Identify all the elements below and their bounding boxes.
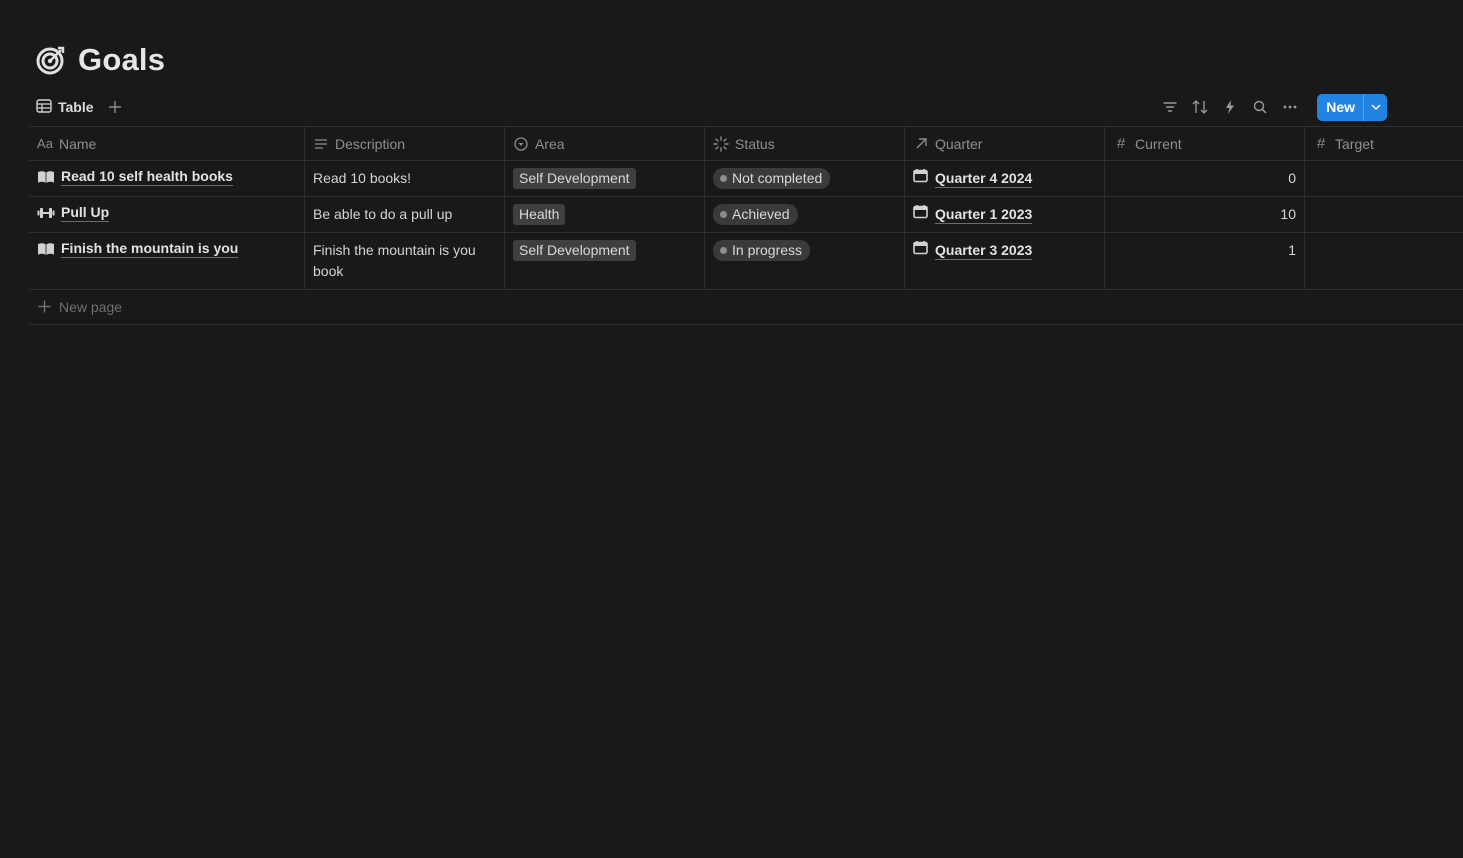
status-dot-icon [720, 211, 727, 218]
cell-quarter[interactable]: Quarter 1 2023 [905, 197, 1105, 232]
column-header-quarter[interactable]: Quarter [905, 127, 1105, 160]
calendar-icon [913, 168, 928, 189]
tab-table[interactable]: Table [36, 98, 94, 116]
column-label: Quarter [935, 135, 983, 152]
view-tools: New [1161, 93, 1387, 121]
tab-table-label: Table [58, 99, 94, 115]
status-badge: Not completed [713, 168, 831, 189]
calendar-icon [913, 204, 928, 225]
page-header: Goals [36, 42, 165, 78]
cell-area[interactable]: Self Development [505, 161, 705, 196]
cell-description[interactable]: Finish the mountain is you book [305, 233, 505, 289]
goals-table: Aa Name Description Area Status Quarter … [29, 126, 1463, 325]
row-title[interactable]: Finish the mountain is you [61, 240, 239, 258]
notion-page: Goals Table New Aa Name Description Area… [0, 0, 1463, 858]
more-options-icon[interactable] [1281, 98, 1299, 116]
cell-current[interactable]: 10 [1105, 197, 1305, 232]
calendar-icon [913, 240, 928, 261]
column-label: Name [59, 135, 97, 152]
table-row[interactable]: Pull Up Be able to do a pull up Health A… [29, 197, 1463, 233]
status-label: In progress [732, 242, 803, 258]
new-button-group: New [1317, 93, 1387, 121]
new-page-row[interactable]: New page [29, 290, 1463, 325]
quarter-link[interactable]: Quarter 4 2024 [935, 170, 1033, 188]
area-tag: Self Development [513, 168, 636, 189]
number-hash-icon: # [1116, 135, 1126, 152]
book-icon [37, 240, 55, 258]
filter-icon[interactable] [1161, 98, 1179, 116]
status-label: Achieved [732, 206, 790, 222]
current-value: 10 [1280, 206, 1296, 222]
table-header-row: Aa Name Description Area Status Quarter … [29, 127, 1463, 161]
cell-name[interactable]: Read 10 self health books [29, 161, 305, 196]
quarter-link[interactable]: Quarter 3 2023 [935, 242, 1033, 260]
area-tag: Health [513, 204, 566, 225]
area-tag: Self Development [513, 240, 636, 261]
cell-name[interactable]: Pull Up [29, 197, 305, 232]
select-icon [513, 136, 529, 152]
cell-description[interactable]: Read 10 books! [305, 161, 505, 196]
status-dot-icon [720, 175, 727, 182]
current-value: 1 [1288, 242, 1296, 258]
table-icon [36, 98, 52, 116]
book-icon [37, 168, 55, 186]
column-label: Area [535, 135, 565, 152]
status-label: Not completed [732, 170, 823, 186]
status-badge: In progress [713, 240, 811, 261]
new-dropdown-chevron-icon[interactable] [1363, 93, 1387, 121]
text-aa-icon: Aa [37, 136, 53, 151]
sort-icon[interactable] [1191, 98, 1209, 116]
lines-icon [313, 136, 329, 152]
page-title[interactable]: Goals [78, 42, 165, 78]
dumbbell-icon [37, 204, 55, 222]
cell-quarter[interactable]: Quarter 3 2023 [905, 233, 1105, 289]
cell-current[interactable]: 1 [1105, 233, 1305, 289]
current-value: 0 [1288, 170, 1296, 186]
column-label: Current [1135, 135, 1182, 152]
target-icon[interactable] [36, 44, 66, 76]
row-title[interactable]: Read 10 self health books [61, 168, 233, 186]
table-row[interactable]: Finish the mountain is you Finish the mo… [29, 233, 1463, 290]
status-dot-icon [720, 247, 727, 254]
column-header-name[interactable]: Aa Name [29, 127, 305, 160]
cell-area[interactable]: Health [505, 197, 705, 232]
view-tabs: Table [36, 98, 122, 116]
column-label: Target [1335, 135, 1374, 152]
view-toolbar: Table New [36, 93, 1387, 121]
column-header-description[interactable]: Description [305, 127, 505, 160]
automation-lightning-icon[interactable] [1221, 98, 1239, 116]
column-header-area[interactable]: Area [505, 127, 705, 160]
cell-quarter[interactable]: Quarter 4 2024 [905, 161, 1105, 196]
cell-description[interactable]: Be able to do a pull up [305, 197, 505, 232]
column-label: Description [335, 135, 406, 152]
cell-status[interactable]: Not completed [705, 161, 905, 196]
column-header-status[interactable]: Status [705, 127, 905, 160]
cell-target[interactable] [1305, 161, 1463, 196]
cell-status[interactable]: Achieved [705, 197, 905, 232]
column-header-target[interactable]: # Target [1305, 127, 1463, 160]
number-hash-icon: # [1316, 135, 1326, 152]
status-badge: Achieved [713, 204, 798, 225]
quarter-link[interactable]: Quarter 1 2023 [935, 206, 1033, 224]
cell-target[interactable] [1305, 233, 1463, 289]
cell-name[interactable]: Finish the mountain is you [29, 233, 305, 289]
table-row[interactable]: Read 10 self health books Read 10 books!… [29, 161, 1463, 197]
new-page-label: New page [59, 299, 123, 315]
search-icon[interactable] [1251, 98, 1269, 116]
row-title[interactable]: Pull Up [61, 204, 110, 222]
relation-arrow-icon [913, 136, 929, 152]
cell-target[interactable] [1305, 197, 1463, 232]
column-label: Status [735, 135, 775, 152]
cell-area[interactable]: Self Development [505, 233, 705, 289]
new-page-button[interactable]: New page [29, 290, 122, 324]
add-view-icon[interactable] [108, 100, 122, 114]
new-button[interactable]: New [1317, 94, 1363, 121]
status-spinner-icon [713, 135, 729, 152]
plus-icon [38, 298, 51, 317]
cell-status[interactable]: In progress [705, 233, 905, 289]
cell-current[interactable]: 0 [1105, 161, 1305, 196]
column-header-current[interactable]: # Current [1105, 127, 1305, 160]
